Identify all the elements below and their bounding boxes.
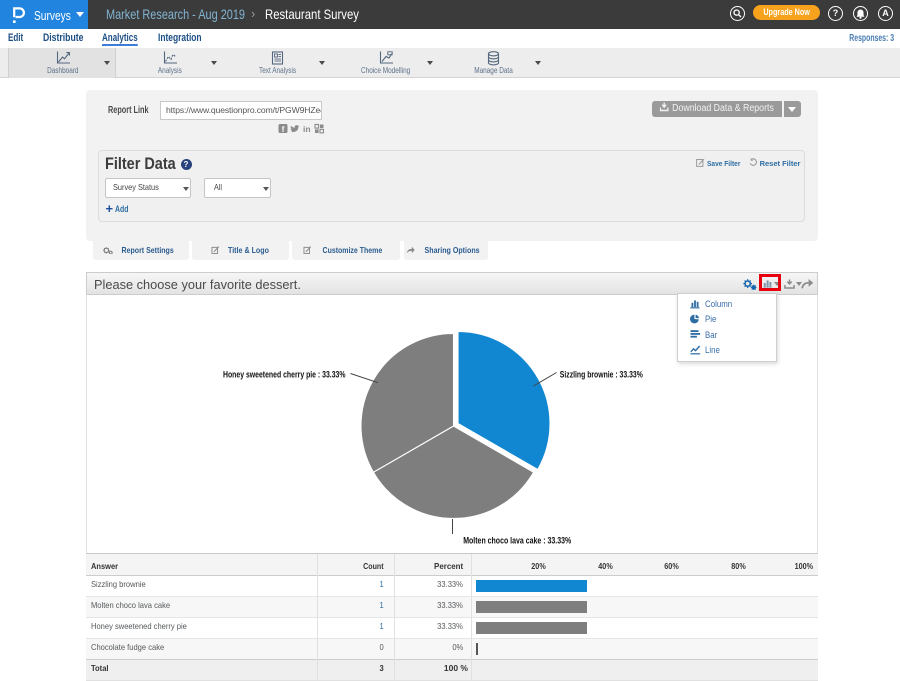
svg-text:Sizzling brownie : 33.33%: Sizzling brownie : 33.33% bbox=[559, 369, 642, 379]
svg-text:Molten choco lava cake : 33.33: Molten choco lava cake : 33.33% bbox=[463, 535, 571, 545]
svg-text:Honey sweetened cherry pie : 3: Honey sweetened cherry pie : 33.33% bbox=[223, 369, 346, 379]
svg-text:f: f bbox=[282, 124, 285, 134]
svg-text:in: in bbox=[303, 124, 311, 134]
